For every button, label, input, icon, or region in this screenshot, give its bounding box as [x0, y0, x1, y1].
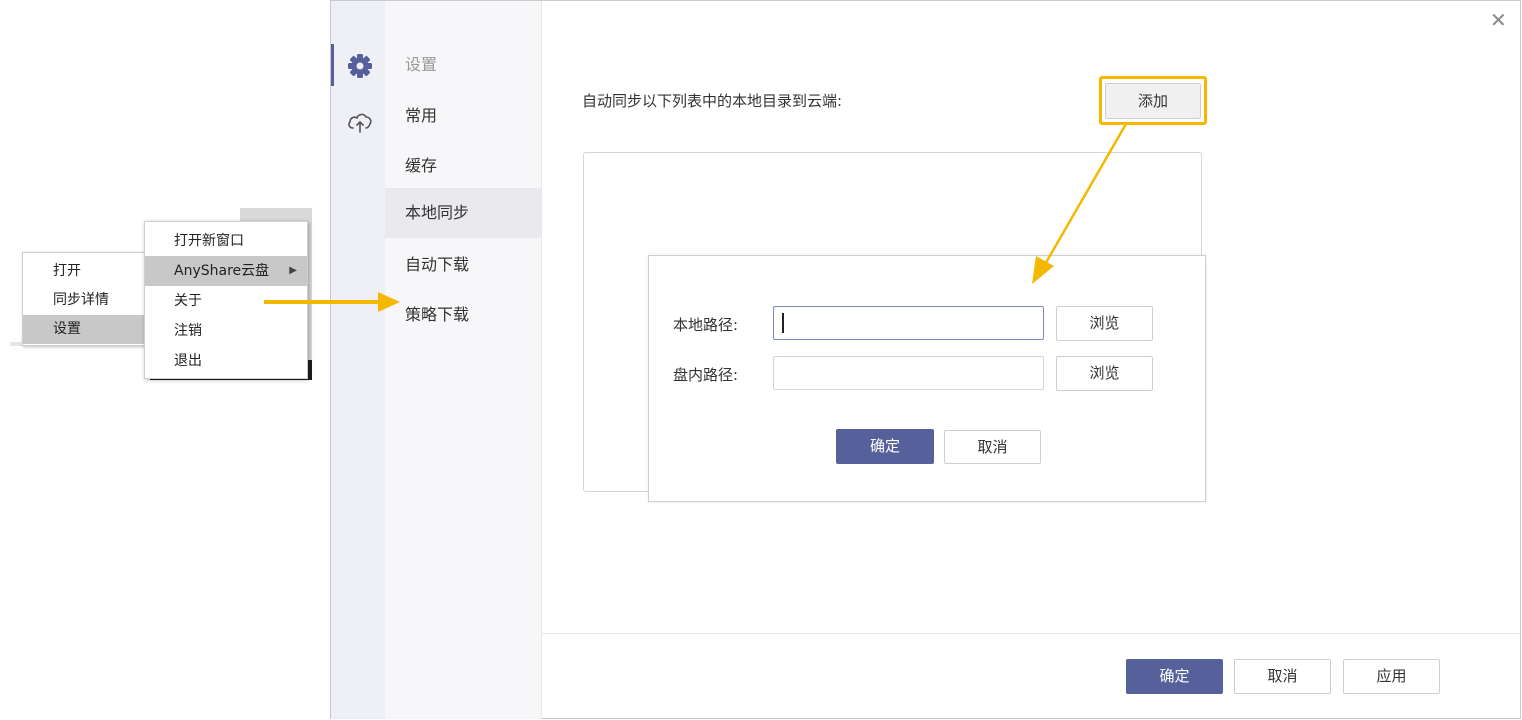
nav-item-local-sync[interactable]: 本地同步	[385, 188, 541, 238]
nav-item-cache[interactable]: 缓存	[385, 141, 541, 191]
menu-item-sync-details[interactable]: 同步详情	[23, 286, 149, 315]
nav-item-auto-download[interactable]: 自动下载	[385, 240, 541, 290]
browse-cloud-button[interactable]: 浏览	[1056, 356, 1153, 391]
menu-item-label: 打开	[53, 263, 81, 279]
sub-cancel-button[interactable]: 取消	[944, 430, 1041, 464]
submenu-item-label: 打开新窗口	[174, 233, 244, 249]
nav-item-policy-download[interactable]: 策略下载	[385, 290, 541, 340]
cloud-path-input[interactable]	[773, 356, 1044, 390]
rail-active-indicator	[331, 44, 334, 86]
gear-icon[interactable]	[346, 52, 374, 80]
footer-confirm-button[interactable]: 确定	[1126, 659, 1223, 694]
submenu-item-anyshare[interactable]: AnyShare云盘 ▶	[145, 256, 307, 286]
arrow-right-annotation	[264, 292, 400, 312]
submenu-item-exit[interactable]: 退出	[145, 346, 307, 376]
footer-divider	[542, 633, 1520, 634]
submenu-item-open-new-window[interactable]: 打开新窗口	[145, 226, 307, 256]
browse-local-button[interactable]: 浏览	[1056, 306, 1153, 341]
footer-apply-button[interactable]: 应用	[1343, 659, 1440, 694]
chevron-right-icon: ▶	[289, 265, 297, 276]
footer-cancel-button[interactable]: 取消	[1234, 659, 1331, 694]
menu-item-label: 同步详情	[53, 292, 109, 308]
submenu-item-label: AnyShare云盘	[174, 263, 270, 279]
cloud-path-label: 盘内路径:	[673, 366, 739, 384]
submenu-item-label: 退出	[174, 353, 202, 369]
submenu-item-label: 关于	[174, 293, 202, 309]
nav-header: 设置	[405, 55, 438, 74]
arrow-down-annotation	[1032, 123, 1128, 284]
submenu-item-logout[interactable]: 注销	[145, 316, 307, 346]
menu-item-settings[interactable]: 设置	[23, 315, 149, 344]
submenu-item-label: 注销	[174, 323, 202, 339]
sync-description: 自动同步以下列表中的本地目录到云端:	[582, 92, 843, 110]
text-caret	[782, 313, 784, 333]
local-path-label: 本地路径:	[673, 316, 739, 334]
menu-item-open[interactable]: 打开	[23, 257, 149, 286]
nav-item-general[interactable]: 常用	[385, 91, 541, 141]
local-path-input[interactable]	[773, 306, 1044, 340]
menu-item-label: 设置	[53, 321, 81, 337]
cloud-upload-icon[interactable]	[346, 108, 374, 136]
sub-confirm-button[interactable]: 确定	[836, 429, 934, 464]
close-icon[interactable]: ✕	[1490, 10, 1507, 30]
add-button[interactable]: 添加	[1105, 83, 1201, 119]
tray-context-menu: 打开 同步详情 设置	[22, 252, 150, 346]
